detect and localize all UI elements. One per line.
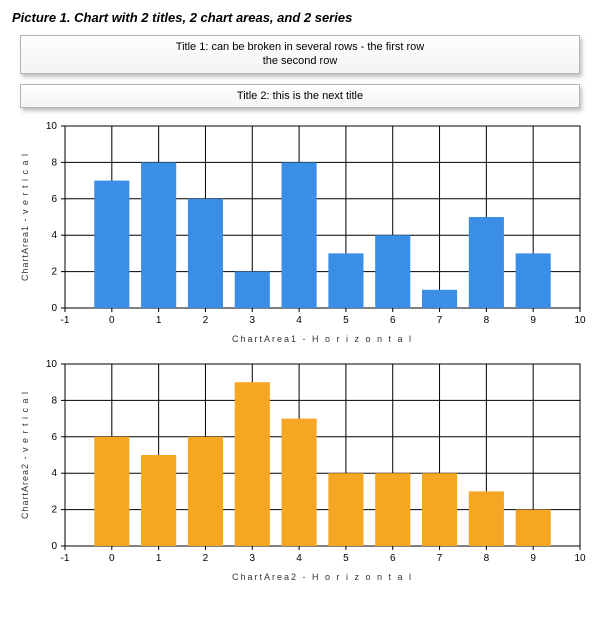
bar	[516, 509, 551, 545]
xtick-label: 9	[530, 553, 536, 564]
bar	[328, 473, 363, 546]
xtick-label: 10	[574, 315, 586, 326]
bar	[282, 162, 317, 308]
ytick-label: 6	[51, 432, 57, 443]
bar	[94, 437, 129, 546]
xtick-label: 5	[343, 315, 349, 326]
ytick-label: 10	[46, 121, 58, 132]
ytick-label: 4	[51, 468, 57, 479]
xtick-label: 1	[156, 553, 162, 564]
chart-title-1: Title 1: can be broken in several rows -…	[20, 35, 580, 74]
figure-caption: Picture 1. Chart with 2 titles, 2 chart …	[12, 10, 590, 25]
chart-title-2-text: Title 2: this is the next title	[237, 90, 363, 102]
ytick-label: 4	[51, 230, 57, 241]
bar	[235, 382, 270, 546]
xtick-label: 1	[156, 315, 162, 326]
bar	[375, 473, 410, 546]
ytick-label: 8	[51, 395, 57, 406]
bar	[282, 418, 317, 545]
bar	[422, 473, 457, 546]
bar	[375, 235, 410, 308]
chart-area-1-xlabel: ChartArea1 - H o r i z o n t a l	[232, 334, 413, 344]
ytick-label: 8	[51, 157, 57, 168]
bar	[141, 455, 176, 546]
bar	[94, 180, 129, 307]
xtick-label: 3	[249, 315, 255, 326]
chart-area-1-svg: 0 2 4 6 8 10 -1 0 1 2 3 4 5 6 7 8 9 10 ChartArea1 - v e r …	[10, 118, 590, 348]
bar	[188, 437, 223, 546]
bar	[328, 253, 363, 308]
bar	[422, 290, 457, 308]
chart-area-2-ylabel: ChartArea2 - v e r t i c a l	[20, 391, 30, 519]
bar	[235, 271, 270, 307]
xtick-label: 4	[296, 315, 302, 326]
xtick-label: 10	[574, 553, 586, 564]
ytick-label: 0	[51, 303, 57, 314]
chart-title-2: Title 2: this is the next title	[20, 84, 580, 108]
xtick-label: 8	[484, 553, 490, 564]
bar	[469, 491, 504, 546]
bar	[516, 253, 551, 308]
bar	[141, 162, 176, 308]
xtick-label: 4	[296, 553, 302, 564]
xtick-label: 2	[203, 315, 209, 326]
chart-area-2-svg: 0 2 4 6 8 10 -1 0 1 2 3 4 5 6 7 8 9 10 ChartArea2 - v e r …	[10, 356, 590, 586]
xtick-label: 0	[109, 553, 115, 564]
bar	[188, 199, 223, 308]
xtick-label: -1	[61, 315, 70, 326]
xtick-label: 7	[437, 553, 443, 564]
xtick-label: -1	[61, 553, 70, 564]
xtick-label: 6	[390, 315, 396, 326]
chart-area-2: 0 2 4 6 8 10 -1 0 1 2 3 4 5 6 7 8 9 10 ChartArea2 - v e r …	[10, 356, 590, 586]
xtick-label: 3	[249, 553, 255, 564]
ytick-label: 2	[51, 266, 57, 277]
chart-area-2-xlabel: ChartArea2 - H o r i z o n t a l	[232, 572, 413, 582]
chart-area-1: 0 2 4 6 8 10 -1 0 1 2 3 4 5 6 7 8 9 10 ChartArea1 - v e r …	[10, 118, 590, 348]
xtick-label: 6	[390, 553, 396, 564]
xtick-label: 2	[203, 553, 209, 564]
chart-title-1-line2: the second row	[29, 54, 571, 68]
chart-area-1-ylabel: ChartArea1 - v e r t i c a l	[20, 153, 30, 281]
ytick-label: 2	[51, 504, 57, 515]
ytick-label: 6	[51, 194, 57, 205]
chart-title-1-line1: Title 1: can be broken in several rows -…	[29, 40, 571, 54]
xtick-label: 0	[109, 315, 115, 326]
bar	[469, 217, 504, 308]
ytick-label: 10	[46, 359, 58, 370]
xtick-label: 7	[437, 315, 443, 326]
xtick-label: 9	[530, 315, 536, 326]
xtick-label: 5	[343, 553, 349, 564]
xtick-label: 8	[484, 315, 490, 326]
ytick-label: 0	[51, 541, 57, 552]
